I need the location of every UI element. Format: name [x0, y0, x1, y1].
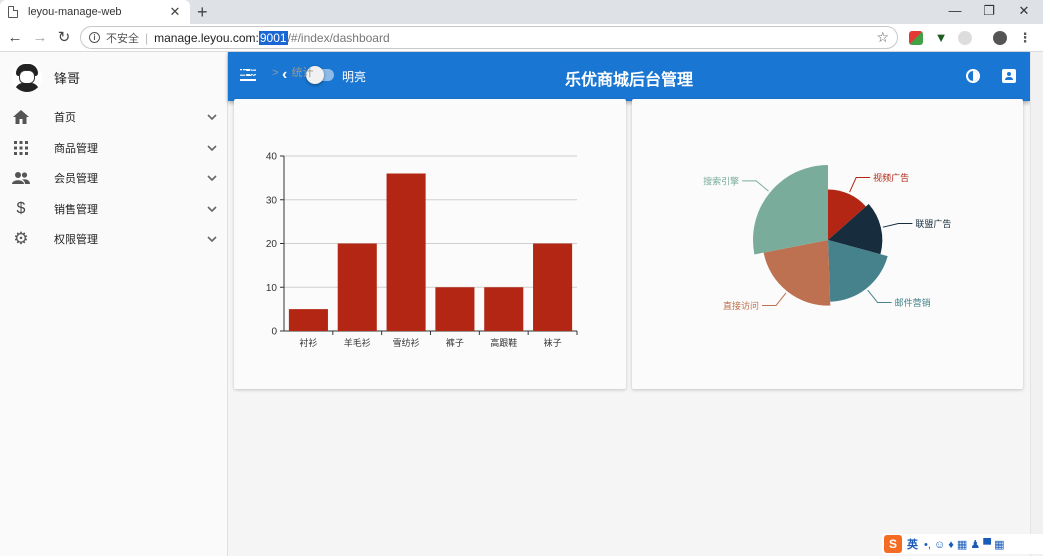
username: 锋哥 [54, 70, 81, 86]
new-tab-button[interactable]: + [197, 1, 208, 23]
label-line [849, 176, 871, 193]
y-tick-label: 40 [266, 152, 278, 163]
chevron-down-icon [197, 111, 227, 123]
people-icon [12, 169, 30, 187]
user-profile: 锋哥 [0, 52, 227, 102]
label-line [762, 292, 787, 306]
slice-label: 直接访问 [723, 300, 759, 311]
chevron-down-icon [197, 172, 227, 184]
sidebar-item-label: 会员管理 [54, 173, 98, 186]
sogou-icon[interactable]: S [884, 535, 902, 553]
address-bar[interactable]: i 不安全 | manage.leyou.com: 9001/#/index/da… [80, 26, 898, 49]
vue-devtools-icon[interactable]: ▼ [934, 31, 948, 45]
label-line [882, 223, 913, 228]
breadcrumb: 首页 > 统计 [237, 64, 314, 80]
account-box-icon[interactable] [1002, 69, 1016, 83]
bar [435, 287, 475, 331]
x-tick-label: 雪纺衫 [393, 337, 420, 348]
app-toolbar: ‹ 明亮 乐优商城后台管理 [228, 52, 1030, 101]
y-tick-label: 20 [266, 239, 278, 250]
breadcrumb-current: 统计 [291, 67, 314, 79]
page-scrollbar[interactable] [1030, 52, 1043, 556]
sidebar-item-label: 销售管理 [54, 203, 98, 216]
chevron-down-icon [197, 233, 227, 245]
ime-toolbar: S 英 •, ☺ ♦ ▦ ♟ ▀ ▦ [882, 534, 1043, 554]
contrast-icon[interactable] [966, 69, 980, 83]
insecure-label: 不安全 [106, 32, 139, 45]
sidebar-item-members[interactable]: 会员管理 [0, 163, 227, 194]
url-host: manage.leyou.com: [154, 30, 259, 45]
sidebar-item-permissions[interactable]: ⚙ 权限管理 [0, 224, 227, 255]
page-icon [8, 6, 18, 18]
bar [484, 287, 524, 331]
bar-chart: 0 10 20 30 40 衬衫 羊毛衫 雪纺衫 裤子 高跟鞋 袜子 [266, 152, 578, 348]
chevron-down-icon [197, 142, 227, 154]
gear-icon: ⚙ [13, 229, 29, 249]
home-icon [12, 108, 30, 126]
slice-label: 邮件营销 [895, 297, 931, 308]
x-tick-label: 羊毛衫 [344, 337, 371, 348]
pie-slice [753, 165, 828, 255]
info-icon[interactable]: i [89, 32, 100, 43]
extension-icon[interactable] [909, 31, 923, 45]
ime-tool-icons[interactable]: •, ☺ ♦ ▦ ♟ ▀ ▦ [924, 538, 1005, 551]
omnibox-separator: | [145, 30, 149, 45]
label-line [867, 289, 892, 304]
sidebar-item-sales[interactable]: $ 销售管理 [0, 194, 227, 225]
browser-tab[interactable]: leyou-manage-web ✕ [0, 0, 190, 24]
bar [533, 243, 573, 331]
pie-chart-card: 视频广告联盟广告邮件营销 直接访问 搜索引擎 [632, 99, 1023, 389]
slice-label: 联盟广告 [915, 218, 951, 229]
bookmark-star-icon[interactable]: ☆ [876, 29, 889, 46]
x-tick-label: 高跟鞋 [490, 337, 517, 348]
ime-language[interactable]: 英 [907, 536, 918, 552]
slice-label: 视频广告 [873, 172, 909, 183]
url-path: /#/index/dashboard [287, 30, 390, 45]
sidebar-item-label: 权限管理 [54, 234, 98, 247]
x-tick-label: 袜子 [544, 337, 562, 348]
extension-grey-icon[interactable] [958, 31, 972, 45]
bar-chart-card: 0 10 20 30 40 衬衫 羊毛衫 雪纺衫 裤子 高跟鞋 袜子 [234, 99, 626, 389]
profile-icon[interactable] [993, 31, 1007, 45]
bar [386, 173, 426, 331]
reload-icon[interactable]: ↻ [53, 27, 75, 49]
forward-arrow-icon[interactable]: → [29, 27, 51, 49]
y-tick-label: 30 [266, 195, 278, 206]
minimize-icon[interactable]: — [937, 0, 973, 24]
bar [288, 309, 328, 331]
dollar-icon: $ [16, 199, 26, 217]
more-menu-icon[interactable]: ⋮ [1018, 31, 1032, 45]
restore-icon[interactable]: ❐ [971, 0, 1007, 24]
chevron-down-icon [197, 203, 227, 215]
label-line [742, 180, 769, 192]
y-tick-label: 0 [271, 327, 277, 338]
back-arrow-icon[interactable]: ← [4, 27, 26, 49]
sidebar-item-label: 首页 [54, 112, 76, 125]
tab-title: leyou-manage-web [28, 6, 122, 18]
tab-close-icon[interactable]: ✕ [168, 4, 182, 20]
sidebar: 锋哥 首页 商品管理 会员管理 $ 销售管理 ⚙ 权限管理 [0, 52, 228, 556]
browser-tabstrip: leyou-manage-web ✕ + — ❐ ✕ [0, 0, 1043, 24]
x-tick-label: 裤子 [446, 337, 464, 348]
bar [337, 243, 377, 331]
breadcrumb-separator: > [272, 67, 279, 79]
breadcrumb-home-link[interactable]: 首页 [237, 67, 259, 79]
sidebar-item-label: 商品管理 [54, 142, 98, 155]
pie-chart: 视频广告联盟广告邮件营销 直接访问 搜索引擎 [703, 165, 951, 311]
window-close-icon[interactable]: ✕ [1006, 0, 1042, 24]
sidebar-item-home[interactable]: 首页 [0, 102, 227, 133]
slice-label: 搜索引擎 [703, 175, 739, 186]
avatar [12, 62, 42, 92]
app-title: 乐优商城后台管理 [564, 72, 693, 89]
apps-grid-icon [12, 139, 30, 157]
y-tick-label: 10 [266, 283, 278, 294]
url-port-selected: 9001 [258, 30, 288, 45]
x-tick-label: 衬衫 [299, 337, 317, 348]
browser-toolbar: ← → ↻ i 不安全 | manage.leyou.com: 9001/#/in… [0, 24, 1043, 52]
sidebar-item-products[interactable]: 商品管理 [0, 133, 227, 164]
